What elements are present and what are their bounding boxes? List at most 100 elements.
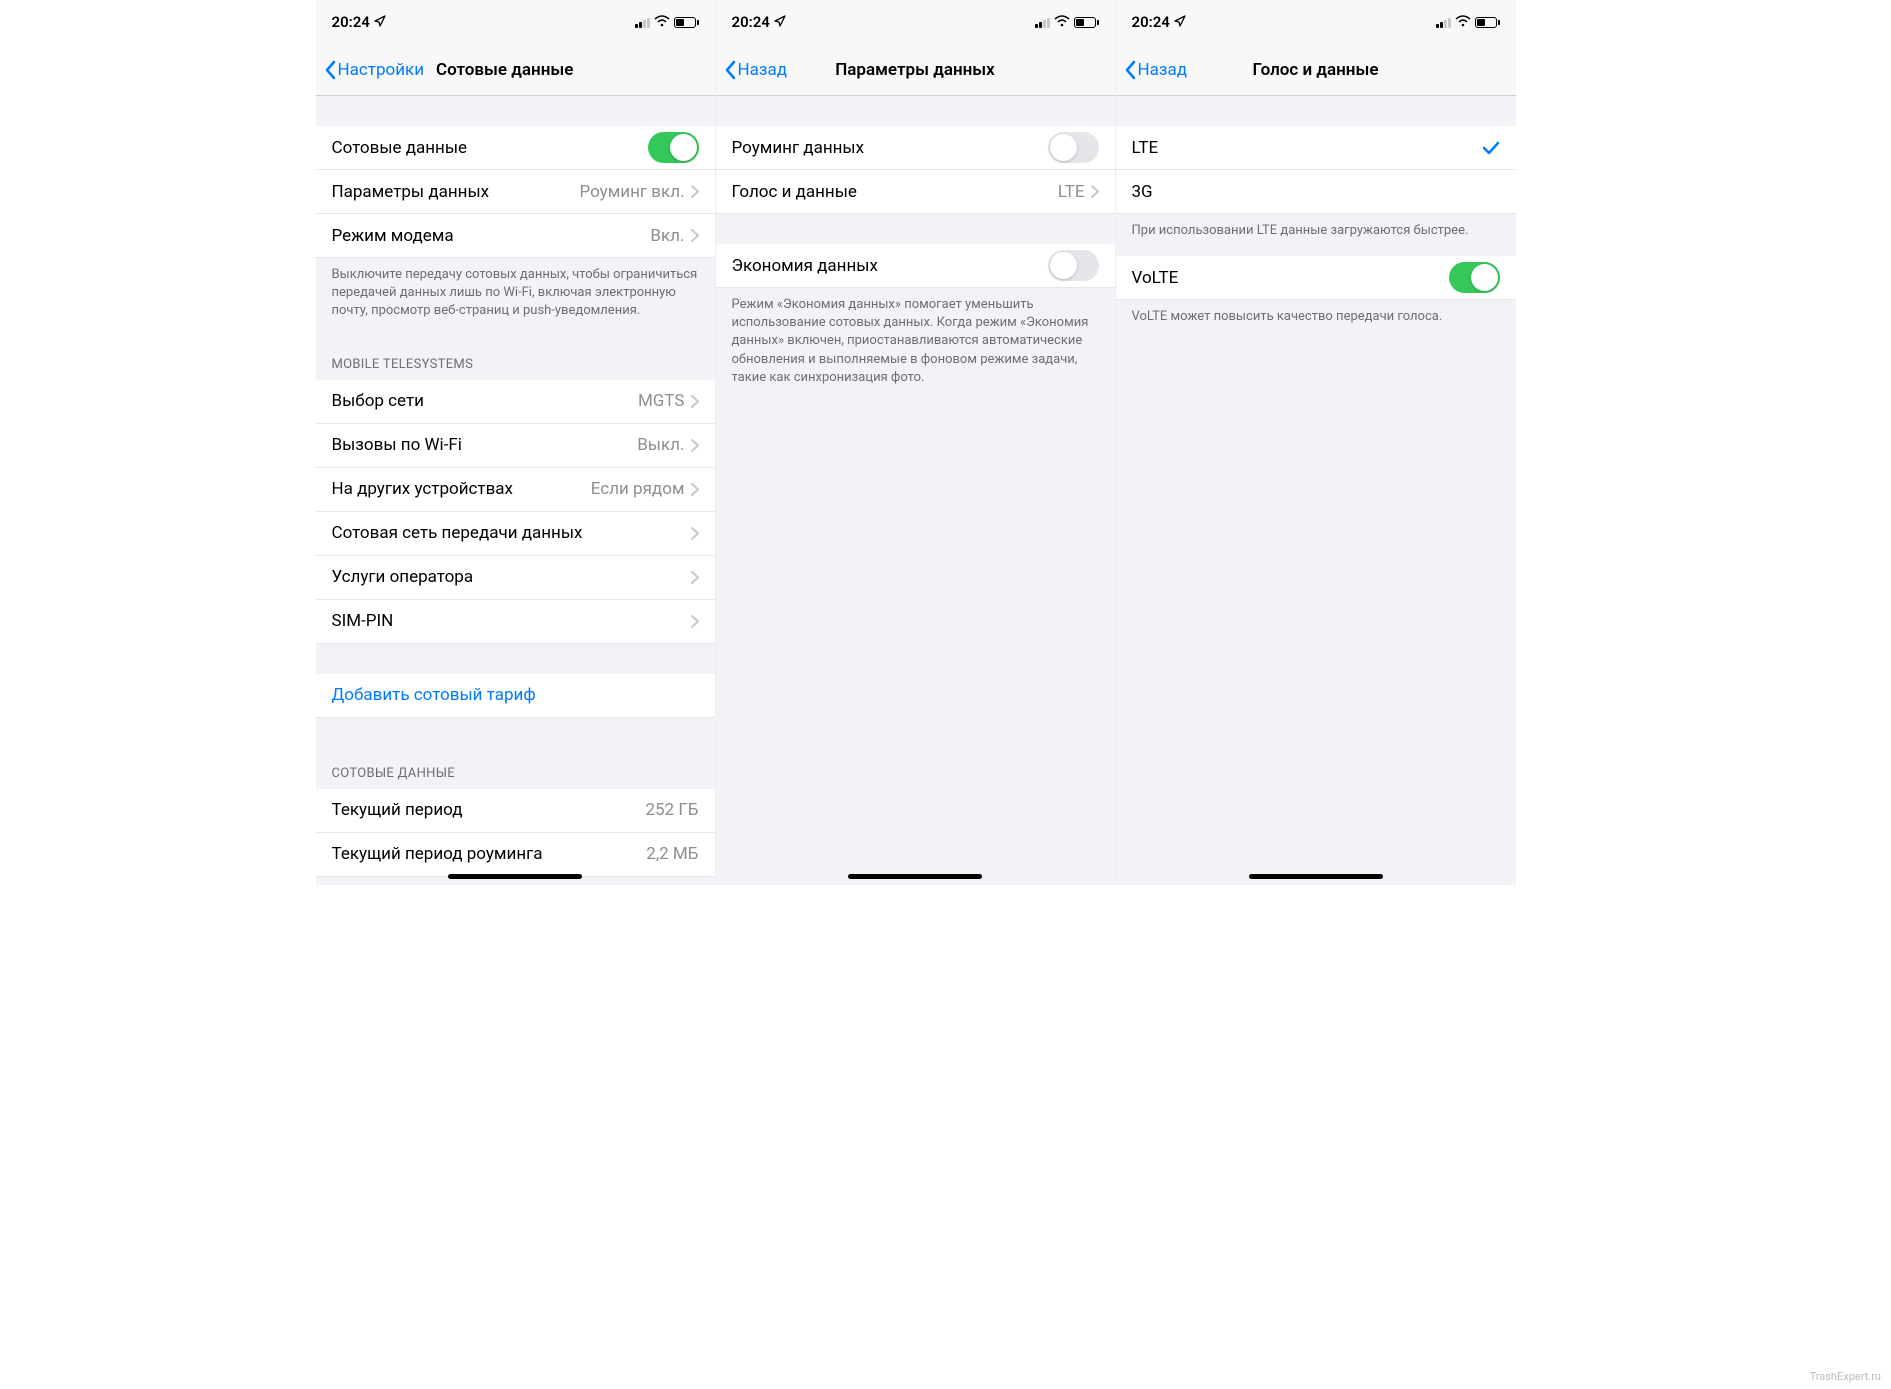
lte-option-row[interactable]: LTE	[1116, 126, 1516, 170]
cellular-data-toggle[interactable]	[648, 132, 699, 163]
three-g-label: 3G	[1132, 182, 1500, 202]
volte-row: VoLTE	[1116, 256, 1516, 300]
chevron-right-icon	[691, 483, 699, 496]
location-icon	[1174, 13, 1186, 31]
data-roaming-row: Роуминг данных	[716, 126, 1115, 170]
page-title: Голос и данные	[1253, 60, 1379, 80]
chevron-right-icon	[1091, 185, 1099, 198]
voice-and-data-value: LTE	[1058, 182, 1085, 202]
carrier-services-row[interactable]: Услуги оператора	[316, 556, 715, 600]
nav-bar: Назад Параметры данных	[716, 44, 1115, 96]
status-bar: 20:24	[1116, 0, 1516, 44]
low-data-mode-footer: Режим «Экономия данных» помогает уменьши…	[716, 288, 1115, 395]
personal-hotspot-row[interactable]: Режим модема Вкл.	[316, 214, 715, 258]
battery-icon	[1074, 17, 1099, 28]
volte-footer: VoLTE может повысить качество передачи г…	[1116, 300, 1516, 334]
network-selection-label: Выбор сети	[332, 391, 638, 411]
cellular-signal-icon	[635, 17, 650, 28]
cellular-network-label: Сотовая сеть передачи данных	[332, 523, 691, 543]
add-cellular-plan-label: Добавить сотовый тариф	[332, 685, 699, 705]
checkmark-icon	[1482, 136, 1500, 160]
screen-cellular-data: 20:24 Настройки Сотовые данные Сотовые д…	[316, 0, 716, 885]
cellular-signal-icon	[1436, 17, 1451, 28]
voice-and-data-row[interactable]: Голос и данные LTE	[716, 170, 1115, 214]
back-button[interactable]: Назад	[1124, 60, 1188, 80]
three-g-option-row[interactable]: 3G	[1116, 170, 1516, 214]
chevron-left-icon	[1124, 60, 1136, 80]
status-time: 20:24	[332, 13, 370, 31]
wifi-calling-label: Вызовы по Wi-Fi	[332, 435, 638, 455]
wifi-calling-value: Выкл.	[637, 435, 684, 455]
current-period-label: Текущий период	[332, 800, 646, 820]
chevron-left-icon	[324, 60, 336, 80]
location-icon	[774, 13, 786, 31]
chevron-right-icon	[691, 615, 699, 628]
wifi-icon	[654, 13, 670, 31]
status-time: 20:24	[732, 13, 770, 31]
back-button[interactable]: Назад	[724, 60, 788, 80]
cellular-data-label: Сотовые данные	[332, 138, 648, 158]
screen-voice-and-data: 20:24 Назад Голос и данные LTE	[1116, 0, 1516, 885]
chevron-left-icon	[724, 60, 736, 80]
data-roaming-toggle[interactable]	[1048, 132, 1099, 163]
volte-toggle[interactable]	[1449, 262, 1500, 293]
cellular-signal-icon	[1035, 17, 1050, 28]
nav-bar: Настройки Сотовые данные	[316, 44, 715, 96]
lte-footer: При использовании LTE данные загружаются…	[1116, 214, 1516, 248]
current-period-value: 252 ГБ	[645, 800, 698, 820]
back-label: Назад	[738, 60, 788, 80]
personal-hotspot-value: Вкл.	[650, 226, 684, 246]
status-bar: 20:24	[716, 0, 1115, 44]
low-data-mode-label: Экономия данных	[732, 256, 1048, 276]
data-roaming-label: Роуминг данных	[732, 138, 1048, 158]
other-devices-value: Если рядом	[591, 479, 685, 499]
battery-icon	[1475, 17, 1500, 28]
battery-icon	[674, 17, 699, 28]
carrier-section-header: MOBILE TELESYSTEMS	[316, 329, 715, 380]
chevron-right-icon	[691, 229, 699, 242]
status-time: 20:24	[1132, 13, 1170, 31]
wifi-calling-row[interactable]: Вызовы по Wi-Fi Выкл.	[316, 424, 715, 468]
network-selection-value: MGTS	[638, 391, 685, 411]
watermark: TrashExpert.ru	[1810, 1370, 1881, 1383]
sim-pin-row[interactable]: SIM-PIN	[316, 600, 715, 644]
home-indicator[interactable]	[448, 874, 582, 879]
low-data-mode-row: Экономия данных	[716, 244, 1115, 288]
current-period-row: Текущий период 252 ГБ	[316, 789, 715, 833]
cellular-data-footer: Выключите передачу сотовых данных, чтобы…	[316, 258, 715, 329]
chevron-right-icon	[691, 439, 699, 452]
low-data-mode-toggle[interactable]	[1048, 250, 1099, 281]
personal-hotspot-label: Режим модема	[332, 226, 651, 246]
roaming-period-label: Текущий период роуминга	[332, 844, 647, 864]
data-options-row[interactable]: Параметры данных Роуминг вкл.	[316, 170, 715, 214]
wifi-icon	[1455, 13, 1471, 31]
roaming-period-row: Текущий период роуминга 2,2 МБ	[316, 833, 715, 877]
data-options-value: Роуминг вкл.	[579, 182, 684, 202]
page-title: Параметры данных	[835, 60, 995, 80]
chevron-right-icon	[691, 185, 699, 198]
home-indicator[interactable]	[1249, 874, 1383, 879]
chevron-right-icon	[691, 395, 699, 408]
back-button[interactable]: Настройки	[324, 60, 425, 80]
page-title: Сотовые данные	[436, 60, 573, 80]
cellular-network-row[interactable]: Сотовая сеть передачи данных	[316, 512, 715, 556]
voice-and-data-label: Голос и данные	[732, 182, 1058, 202]
status-bar: 20:24	[316, 0, 715, 44]
network-selection-row[interactable]: Выбор сети MGTS	[316, 380, 715, 424]
data-options-label: Параметры данных	[332, 182, 580, 202]
roaming-period-value: 2,2 МБ	[646, 844, 698, 864]
volte-label: VoLTE	[1132, 268, 1449, 288]
other-devices-row[interactable]: На других устройствах Если рядом	[316, 468, 715, 512]
chevron-right-icon	[691, 527, 699, 540]
back-label: Настройки	[338, 60, 425, 80]
back-label: Назад	[1138, 60, 1188, 80]
home-indicator[interactable]	[848, 874, 982, 879]
add-cellular-plan-row[interactable]: Добавить сотовый тариф	[316, 674, 715, 718]
sim-pin-label: SIM-PIN	[332, 611, 691, 631]
other-devices-label: На других устройствах	[332, 479, 591, 499]
lte-label: LTE	[1132, 138, 1482, 158]
carrier-services-label: Услуги оператора	[332, 567, 691, 587]
nav-bar: Назад Голос и данные	[1116, 44, 1516, 96]
chevron-right-icon	[691, 571, 699, 584]
location-icon	[374, 13, 386, 31]
